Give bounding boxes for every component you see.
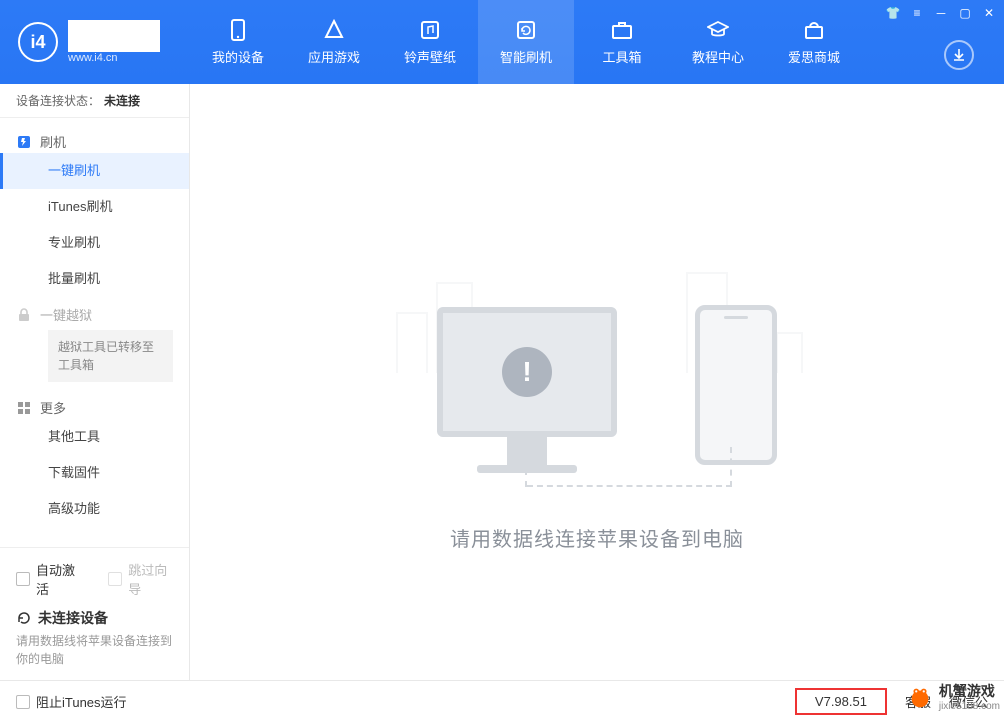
apps-icon xyxy=(323,19,345,41)
graduation-icon xyxy=(707,19,729,41)
auto-activate-checkbox[interactable] xyxy=(16,572,30,586)
lock-icon xyxy=(16,307,32,323)
sidebar-group-flash[interactable]: 刷机 xyxy=(0,124,189,153)
sidebar-content: 刷机 一键刷机 iTunes刷机 专业刷机 批量刷机 一键越狱 越狱工具已转移至… xyxy=(0,118,189,547)
warning-icon: ! xyxy=(502,347,552,397)
main-content: ! 请用数据线连接苹果设备到电脑 xyxy=(190,84,1004,680)
minimize-button[interactable]: － xyxy=(934,6,948,20)
crab-icon xyxy=(905,682,935,712)
nav-store[interactable]: 爱思商城 xyxy=(766,0,862,84)
nav-my-device[interactable]: 我的设备 xyxy=(190,0,286,84)
sidebar-bottom: 自动激活 跳过向导 未连接设备 请用数据线将苹果设备连接到你的电脑 xyxy=(0,547,189,680)
reconnect-block: 未连接设备 请用数据线将苹果设备连接到你的电脑 xyxy=(16,608,173,668)
nav-flash[interactable]: 智能刷机 xyxy=(478,0,574,84)
maximize-button[interactable]: ▢ xyxy=(958,6,972,20)
reconnect-desc: 请用数据线将苹果设备连接到你的电脑 xyxy=(16,632,173,668)
block-itunes-checkbox[interactable] xyxy=(16,695,30,709)
sidebar-item-other-tools[interactable]: 其他工具 xyxy=(0,419,189,455)
download-icon xyxy=(951,47,967,63)
store-icon xyxy=(803,19,825,41)
sidebar-item-onekey-flash[interactable]: 一键刷机 xyxy=(0,153,189,189)
app-domain: www.i4.cn xyxy=(68,52,160,64)
logo-badge: i4 xyxy=(18,22,58,62)
connect-prompt: 请用数据线连接苹果设备到电脑 xyxy=(450,523,744,552)
auto-activate-row: 自动激活 跳过向导 xyxy=(16,560,173,598)
footer: 阻止iTunes运行 V7.98.51 客服 微信公 xyxy=(0,680,1004,722)
device-icon xyxy=(227,19,249,41)
window-controls: 👕 ≡ － ▢ ✕ xyxy=(886,6,996,20)
sidebar-item-download-firmware[interactable]: 下载固件 xyxy=(0,455,189,491)
download-button[interactable] xyxy=(944,40,974,70)
footer-left: 阻止iTunes运行 xyxy=(16,692,127,711)
sidebar: 设备连接状态：未连接 刷机 一键刷机 iTunes刷机 专业刷机 批量刷机 一键… xyxy=(0,84,190,680)
nav-tutorials[interactable]: 教程中心 xyxy=(670,0,766,84)
sidebar-item-batch-flash[interactable]: 批量刷机 xyxy=(0,261,189,297)
toolbox-icon xyxy=(611,19,633,41)
refresh-icon xyxy=(16,610,32,626)
close-button[interactable]: ✕ xyxy=(982,6,996,20)
app-window: i4 爱思助手 www.i4.cn 我的设备 应用游戏 铃声壁纸 智能刷机 xyxy=(0,0,1004,722)
sidebar-item-itunes-flash[interactable]: iTunes刷机 xyxy=(0,189,189,225)
sidebar-item-advanced[interactable]: 高级功能 xyxy=(0,491,189,527)
phone-icon xyxy=(695,305,777,465)
nav-ringtones[interactable]: 铃声壁纸 xyxy=(382,0,478,84)
menu-button[interactable]: ≡ xyxy=(910,6,924,20)
more-icon xyxy=(16,400,32,416)
body: 设备连接状态：未连接 刷机 一键刷机 iTunes刷机 专业刷机 批量刷机 一键… xyxy=(0,84,1004,680)
app-title: 爱思助手 xyxy=(68,20,160,52)
illustration: ! xyxy=(407,213,787,493)
jailbreak-note: 越狱工具已转移至工具箱 xyxy=(48,330,173,382)
sidebar-group-jailbreak: 一键越狱 xyxy=(0,297,189,326)
watermark: 机蟹游戏 jixie5188.com xyxy=(905,681,1000,712)
nav-apps[interactable]: 应用游戏 xyxy=(286,0,382,84)
header: i4 爱思助手 www.i4.cn 我的设备 应用游戏 铃声壁纸 智能刷机 xyxy=(0,0,1004,84)
version-label: V7.98.51 xyxy=(795,688,887,715)
skin-button[interactable]: 👕 xyxy=(886,6,900,20)
connection-status: 设备连接状态：未连接 xyxy=(0,84,189,118)
music-icon xyxy=(419,19,441,41)
skip-guide-checkbox[interactable] xyxy=(108,572,122,586)
cable-icon xyxy=(527,447,732,487)
logo: i4 爱思助手 www.i4.cn xyxy=(0,0,190,84)
flash-icon xyxy=(16,134,32,150)
block-itunes-label: 阻止iTunes运行 xyxy=(36,692,127,711)
nav-toolbox[interactable]: 工具箱 xyxy=(574,0,670,84)
top-nav: 我的设备 应用游戏 铃声壁纸 智能刷机 工具箱 教程中心 xyxy=(190,0,1004,84)
sidebar-item-pro-flash[interactable]: 专业刷机 xyxy=(0,225,189,261)
sidebar-group-more[interactable]: 更多 xyxy=(0,390,189,419)
refresh-icon xyxy=(515,19,537,41)
